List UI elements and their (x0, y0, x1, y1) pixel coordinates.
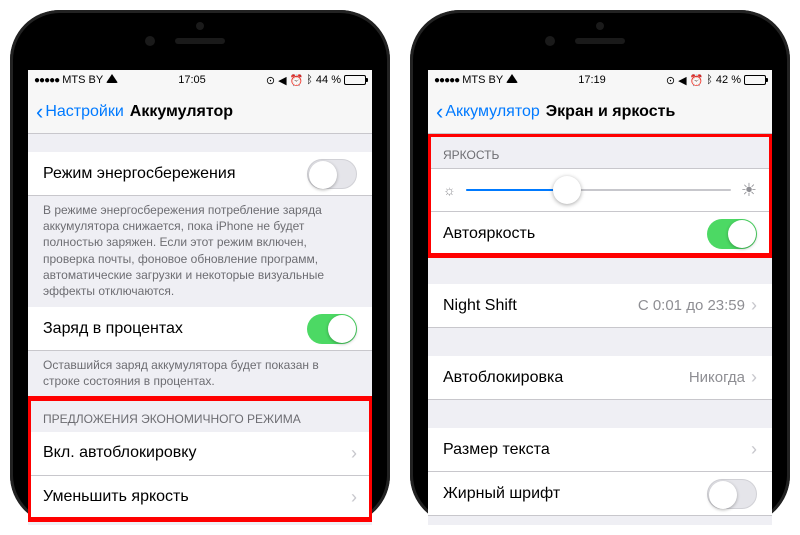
battery-icon (344, 75, 366, 85)
row-label: Уменьшить яркость (43, 488, 351, 506)
row-label: Автоблокировка (443, 369, 689, 387)
row-label: Night Shift (443, 297, 638, 315)
chevron-right-icon: › (751, 439, 757, 460)
signal-dots-icon: ●●●●● (434, 75, 459, 86)
chevron-left-icon: ‹ (36, 101, 43, 123)
compass-icon: ⊙ (666, 74, 675, 87)
row-text-size[interactable]: Размер текста › (428, 428, 772, 472)
row-label: Заряд в процентах (43, 320, 307, 338)
carrier-label: MTS BY (62, 74, 103, 86)
screen-left: ●●●●● MTS BY 17:05 ⊙ ◀ ⏰ ᛒ 44 % ‹ Настро… (28, 70, 372, 525)
page-title: Аккумулятор (130, 103, 233, 121)
header-brightness: ЯРКОСТЬ (428, 134, 772, 168)
camera (545, 36, 555, 46)
header-usage: ИСПОЛЬЗОВАНИЕ АККУМУЛЯТОРА (28, 520, 372, 526)
header-suggestions: ПРЕДЛОЖЕНИЯ ЭКОНОМИЧНОГО РЕЖИМА (28, 398, 372, 432)
speaker (175, 38, 225, 44)
row-label: Вкл. автоблокировку (43, 444, 351, 462)
row-label: Жирный шрифт (443, 485, 707, 503)
bluetooth-icon: ᛒ (706, 74, 713, 86)
camera (145, 36, 155, 46)
speaker (575, 38, 625, 44)
row-battery-percentage[interactable]: Заряд в процентах (28, 307, 372, 351)
battery-pct-switch[interactable] (307, 314, 357, 344)
row-value: С 0:01 до 23:59 (638, 297, 745, 314)
sun-small-icon: ☼ (443, 182, 456, 198)
phone-right: ●●●●● MTS BY 17:19 ⊙ ◀ ⏰ ᛒ 42 % ‹ Аккуму… (410, 10, 790, 525)
highlight-brightness: ЯРКОСТЬ ☼ ☀ Автояркость (428, 134, 772, 256)
row-night-shift[interactable]: Night Shift С 0:01 до 23:59 › (428, 284, 772, 328)
screen-right: ●●●●● MTS BY 17:19 ⊙ ◀ ⏰ ᛒ 42 % ‹ Аккуму… (428, 70, 772, 525)
row-enable-autolock[interactable]: Вкл. автоблокировку › (28, 432, 372, 476)
nav-bar: ‹ Аккумулятор Экран и яркость (428, 90, 772, 134)
back-label: Настройки (45, 103, 123, 121)
row-label: Размер текста (443, 441, 751, 459)
row-auto-brightness[interactable]: Автояркость (428, 212, 772, 256)
chevron-right-icon: › (351, 487, 357, 508)
wifi-icon (506, 74, 518, 86)
chevron-left-icon: ‹ (436, 101, 443, 123)
clock: 17:05 (178, 74, 206, 86)
carrier-label: MTS BY (462, 74, 503, 86)
chevron-right-icon: › (751, 295, 757, 316)
sensor (196, 22, 204, 30)
status-bar: ●●●●● MTS BY 17:05 ⊙ ◀ ⏰ ᛒ 44 % (28, 70, 372, 90)
compass-icon: ⊙ (266, 74, 275, 87)
footer-low-power: В режиме энергосбережения потребление за… (28, 196, 372, 307)
row-auto-lock[interactable]: Автоблокировка Никогда › (428, 356, 772, 400)
back-button[interactable]: ‹ Настройки (36, 101, 124, 123)
location-icon: ◀ (678, 74, 686, 87)
row-label: Режим энергосбережения (43, 165, 307, 183)
highlight-suggestions: ПРЕДЛОЖЕНИЯ ЭКОНОМИЧНОГО РЕЖИМА Вкл. авт… (28, 398, 372, 520)
page-title: Экран и яркость (546, 103, 676, 121)
wifi-icon (106, 74, 118, 86)
back-button[interactable]: ‹ Аккумулятор (436, 101, 540, 123)
phone-left: ●●●●● MTS BY 17:05 ⊙ ◀ ⏰ ᛒ 44 % ‹ Настро… (10, 10, 390, 525)
brightness-slider[interactable] (466, 189, 731, 191)
row-reduce-brightness[interactable]: Уменьшить яркость › (28, 476, 372, 520)
auto-brightness-switch[interactable] (707, 219, 757, 249)
chevron-right-icon: › (351, 443, 357, 464)
battery-icon (744, 75, 766, 85)
row-bold-text[interactable]: Жирный шрифт (428, 472, 772, 516)
sun-large-icon: ☀ (741, 180, 757, 201)
brightness-slider-row[interactable]: ☼ ☀ (428, 168, 772, 212)
battery-pct: 44 % (316, 74, 341, 86)
bluetooth-icon: ᛒ (306, 74, 313, 86)
location-icon: ◀ (278, 74, 286, 87)
row-value: Никогда (689, 369, 745, 386)
back-label: Аккумулятор (445, 103, 539, 121)
row-label: Автояркость (443, 225, 707, 243)
low-power-switch[interactable] (307, 159, 357, 189)
sensor (596, 22, 604, 30)
chevron-right-icon: › (751, 367, 757, 388)
signal-dots-icon: ●●●●● (34, 75, 59, 86)
status-bar: ●●●●● MTS BY 17:19 ⊙ ◀ ⏰ ᛒ 42 % (428, 70, 772, 90)
clock: 17:19 (578, 74, 606, 86)
bold-text-switch[interactable] (707, 479, 757, 509)
battery-pct: 42 % (716, 74, 741, 86)
footer-battery-percentage: Оставшийся заряд аккумулятора будет пока… (28, 351, 372, 397)
alarm-icon: ⏰ (290, 74, 304, 87)
nav-bar: ‹ Настройки Аккумулятор (28, 90, 372, 134)
alarm-icon: ⏰ (690, 74, 704, 87)
row-low-power[interactable]: Режим энергосбережения (28, 152, 372, 196)
